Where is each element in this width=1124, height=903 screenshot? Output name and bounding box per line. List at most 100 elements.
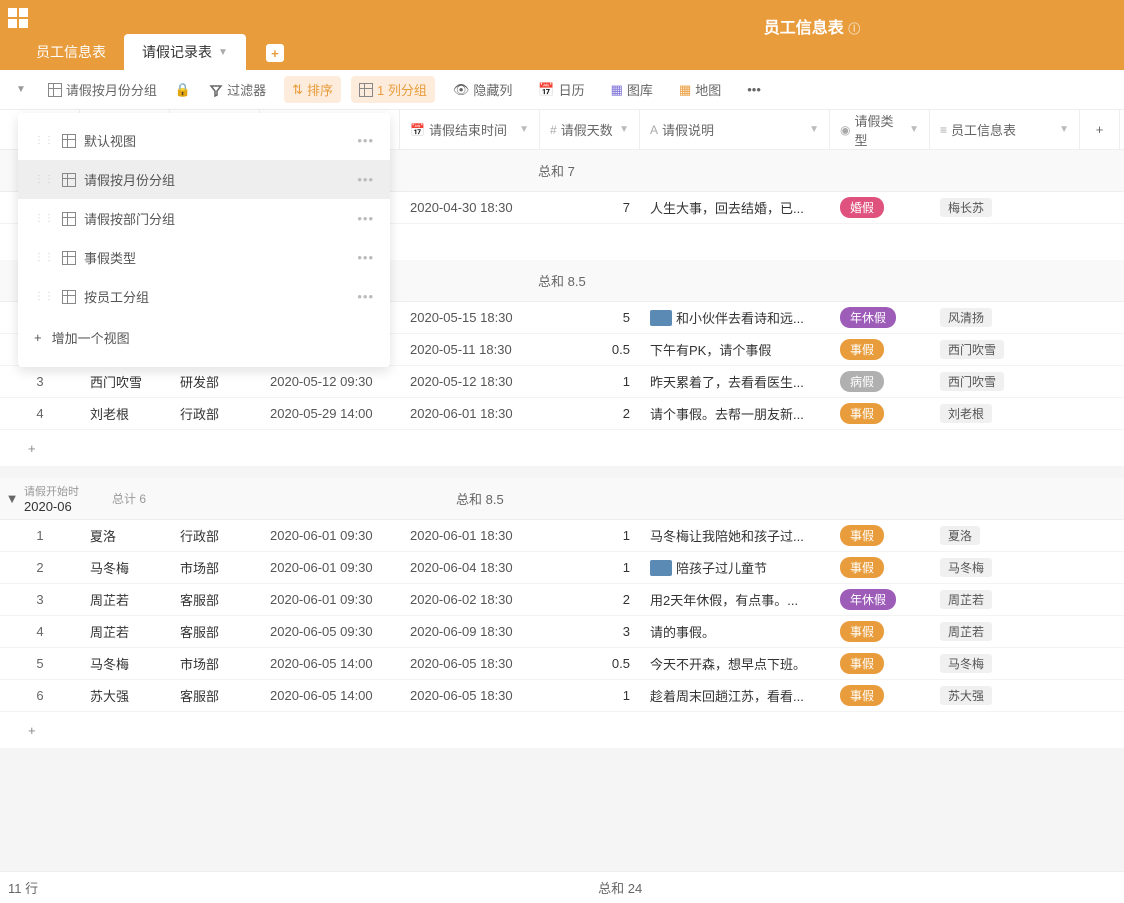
cell-end: 2020-06-02 18:30 xyxy=(400,592,540,607)
table-row[interactable]: 4 周芷若 客服部 2020-06-05 09:30 2020-06-09 18… xyxy=(0,616,1124,648)
cell-days: 7 xyxy=(540,200,640,215)
add-row-button[interactable]: + xyxy=(0,430,1124,466)
col-link[interactable]: ≡员工信息表▼ xyxy=(930,110,1080,149)
cell-days: 1 xyxy=(540,374,640,389)
table-row[interactable]: 3 西门吹雪 研发部 2020-05-12 09:30 2020-05-12 1… xyxy=(0,366,1124,398)
sort-button[interactable]: ⇅ 排序 xyxy=(284,76,341,103)
col-type[interactable]: ◉请假类型▼ xyxy=(830,110,930,149)
cell-name: 苏大强 xyxy=(80,686,170,705)
filter-button[interactable]: 过滤器 xyxy=(201,76,274,103)
cell-type: 事假 xyxy=(830,557,930,578)
col-desc[interactable]: A请假说明▼ xyxy=(640,110,830,149)
table-row[interactable]: 2 马冬梅 市场部 2020-06-01 09:30 2020-06-04 18… xyxy=(0,552,1124,584)
cell-end: 2020-06-01 18:30 xyxy=(400,406,540,421)
tab-employee-info[interactable]: 员工信息表 xyxy=(18,34,124,70)
add-view-button[interactable]: + 增加一个视图 xyxy=(18,316,390,359)
cell-end: 2020-06-05 18:30 xyxy=(400,656,540,671)
cell-name: 周芷若 xyxy=(80,590,170,609)
date-icon: 📅 xyxy=(410,123,425,137)
cell-number: 3 xyxy=(0,374,80,389)
chevron-down-icon[interactable]: ▼ xyxy=(16,84,26,95)
cell-desc: 和小伙伴去看诗和远... xyxy=(640,308,830,327)
text-icon: A xyxy=(650,123,658,137)
cell-link: 马冬梅 xyxy=(930,558,1080,577)
cell-desc: 人生大事，回去结婚，已... xyxy=(640,198,830,217)
number-icon: # xyxy=(550,123,557,137)
table-row[interactable]: 3 周芷若 客服部 2020-06-01 09:30 2020-06-02 18… xyxy=(0,584,1124,616)
cell-days: 0.5 xyxy=(540,656,640,671)
view-item-default[interactable]: ⋮⋮ 默认视图 ••• xyxy=(18,121,390,160)
plus-icon: + xyxy=(34,330,42,345)
app-launcher-icon[interactable] xyxy=(8,8,28,28)
hide-columns-button[interactable]: 👁 隐藏列 xyxy=(445,76,521,103)
cell-type: 年休假 xyxy=(830,307,930,328)
more-button[interactable]: ••• xyxy=(739,78,769,101)
cell-desc: 下午有PK，请个事假 xyxy=(640,340,830,359)
table-row[interactable]: 6 苏大强 客服部 2020-06-05 14:00 2020-06-05 18… xyxy=(0,680,1124,712)
cell-days: 2 xyxy=(540,406,640,421)
cell-desc: 昨天累着了，去看看医生... xyxy=(640,372,830,391)
view-item-by-employee[interactable]: ⋮⋮ 按员工分组 ••• xyxy=(18,277,390,316)
collapse-icon[interactable]: ▼ xyxy=(0,491,24,506)
add-column-button[interactable]: + xyxy=(1080,110,1120,149)
cell-link: 马冬梅 xyxy=(930,654,1080,673)
cell-dept: 行政部 xyxy=(170,526,260,545)
cell-link: 刘老根 xyxy=(930,404,1080,423)
cell-start: 2020-05-12 09:30 xyxy=(260,374,400,389)
add-row-button[interactable]: + xyxy=(0,712,1124,748)
cell-end: 2020-06-01 18:30 xyxy=(400,528,540,543)
group-header[interactable]: ▼ 请假开始时2020-06 总计 6 总和 8.5 xyxy=(0,478,1124,520)
calendar-view-button[interactable]: 📅 日历 xyxy=(530,76,592,103)
tab-leave-records[interactable]: 请假记录表▼ xyxy=(124,34,246,70)
cell-start: 2020-06-01 09:30 xyxy=(260,560,400,575)
cell-end: 2020-05-15 18:30 xyxy=(400,310,540,325)
cell-name: 夏洛 xyxy=(80,526,170,545)
item-more-button[interactable]: ••• xyxy=(357,211,374,226)
cell-name: 马冬梅 xyxy=(80,654,170,673)
cell-dept: 行政部 xyxy=(170,404,260,423)
add-tab-button[interactable]: + xyxy=(266,44,284,62)
cell-desc: 马冬梅让我陪她和孩子过... xyxy=(640,526,830,545)
cell-type: 年休假 xyxy=(830,589,930,610)
map-icon: ▦ xyxy=(679,82,691,98)
cell-link: 梅长苏 xyxy=(930,198,1080,217)
cell-number: 6 xyxy=(0,688,80,703)
table-row[interactable]: 5 马冬梅 市场部 2020-06-05 14:00 2020-06-05 18… xyxy=(0,648,1124,680)
cell-number: 1 xyxy=(0,528,80,543)
app-header: 员工信息表 ⓘ 员工信息表 请假记录表▼ + xyxy=(0,0,1124,70)
item-more-button[interactable]: ••• xyxy=(357,250,374,265)
view-selector[interactable]: 请假按月份分组 xyxy=(40,76,165,103)
view-item-personal-type[interactable]: ⋮⋮ 事假类型 ••• xyxy=(18,238,390,277)
cell-start: 2020-06-01 09:30 xyxy=(260,592,400,607)
eye-off-icon: 👁 xyxy=(453,82,470,98)
item-more-button[interactable]: ••• xyxy=(357,133,374,148)
sort-icon: ⇅ xyxy=(292,82,303,98)
sheet-tabs: 员工信息表 请假记录表▼ + xyxy=(0,34,284,70)
col-days[interactable]: #请假天数▼ xyxy=(540,110,640,149)
lock-icon: 🔒 xyxy=(175,82,191,98)
item-more-button[interactable]: ••• xyxy=(357,172,374,187)
item-more-button[interactable]: ••• xyxy=(357,289,374,304)
cell-type: 事假 xyxy=(830,621,930,642)
map-view-button[interactable]: ▦ 地图 xyxy=(671,76,729,103)
cell-type: 婚假 xyxy=(830,197,930,218)
cell-type: 事假 xyxy=(830,685,930,706)
cell-desc: 今天不开森，想早点下班。 xyxy=(640,654,830,673)
cell-desc: 请的事假。 xyxy=(640,622,830,641)
cell-link: 苏大强 xyxy=(930,686,1080,705)
view-item-by-month[interactable]: ⋮⋮ 请假按月份分组 ••• xyxy=(18,160,390,199)
cell-days: 1 xyxy=(540,688,640,703)
cell-end: 2020-06-09 18:30 xyxy=(400,624,540,639)
cell-start: 2020-06-05 09:30 xyxy=(260,624,400,639)
col-end[interactable]: 📅请假结束时间▼ xyxy=(400,110,540,149)
calendar-icon: 📅 xyxy=(538,82,554,98)
group-button[interactable]: 1 列分组 xyxy=(351,76,435,103)
table-row[interactable]: 1 夏洛 行政部 2020-06-01 09:30 2020-06-01 18:… xyxy=(0,520,1124,552)
cell-start: 2020-06-01 09:30 xyxy=(260,528,400,543)
table-row[interactable]: 4 刘老根 行政部 2020-05-29 14:00 2020-06-01 18… xyxy=(0,398,1124,430)
cell-desc: 请个事假。去帮一朋友新... xyxy=(640,404,830,423)
view-dropdown-menu: ⋮⋮ 默认视图 ••• ⋮⋮ 请假按月份分组 ••• ⋮⋮ 请假按部门分组 ••… xyxy=(18,113,390,367)
view-item-by-dept[interactable]: ⋮⋮ 请假按部门分组 ••• xyxy=(18,199,390,238)
chevron-down-icon: ▼ xyxy=(218,47,228,58)
gallery-view-button[interactable]: ▦ 图库 xyxy=(603,76,661,103)
